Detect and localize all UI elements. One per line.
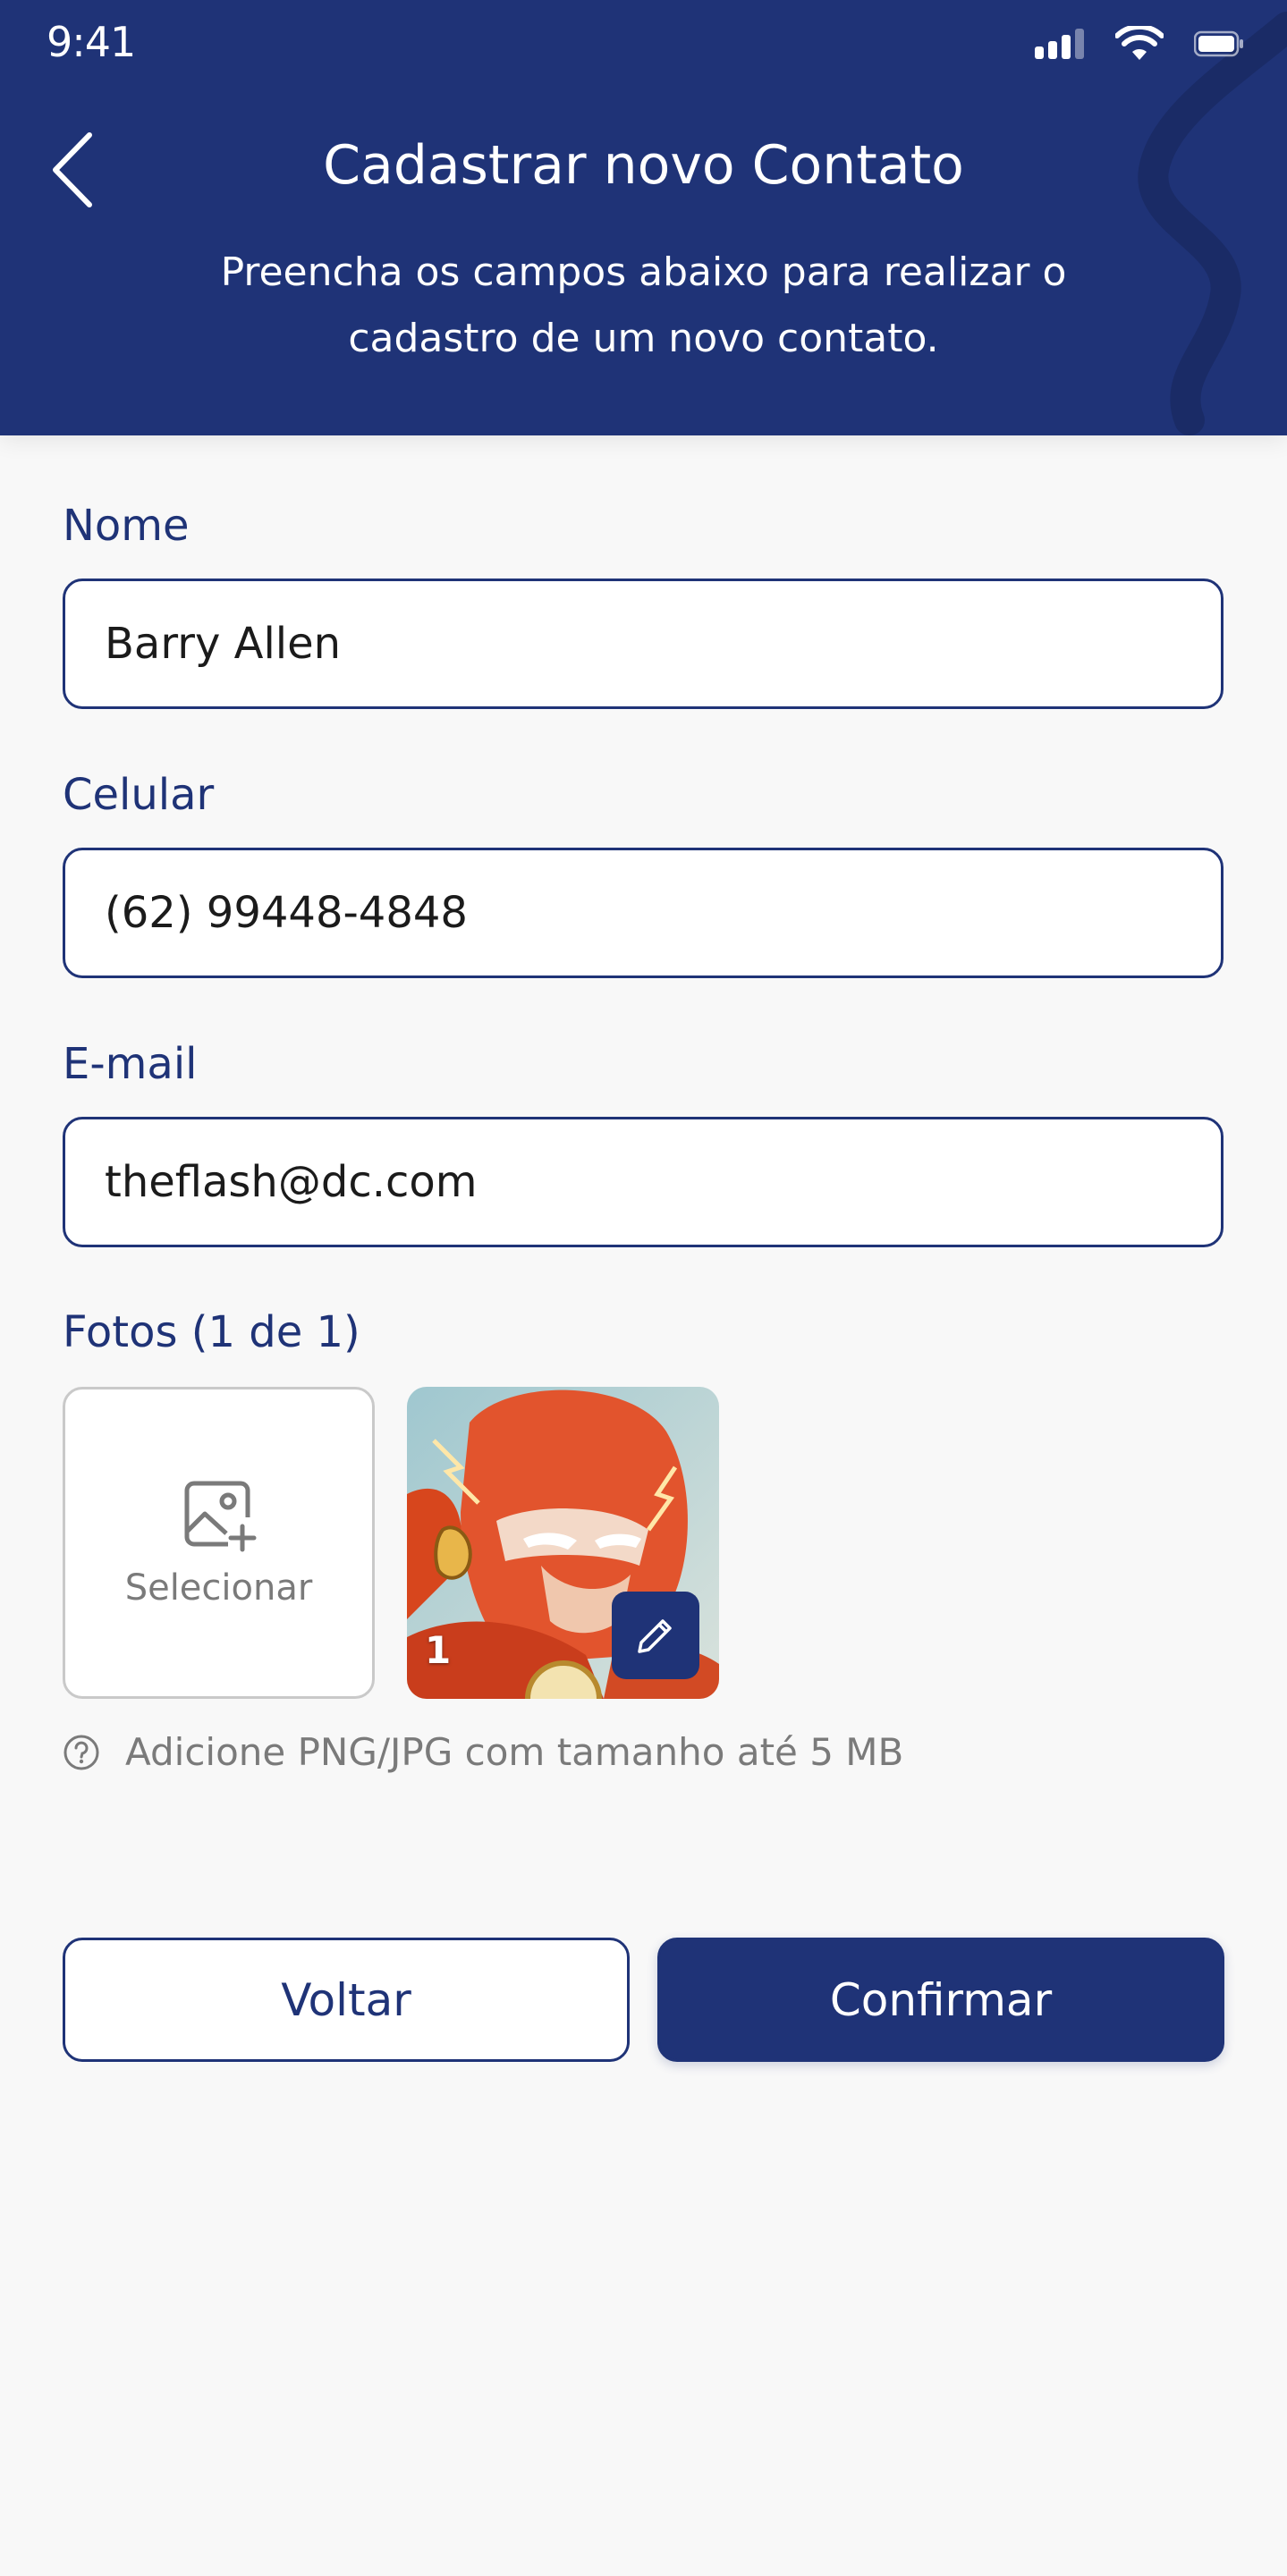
photo-thumbnail[interactable]: 1 [407,1387,719,1699]
signal-icon [1035,29,1084,59]
name-label: Nome [63,501,190,551]
photo-edit-button[interactable] [612,1592,699,1679]
page-title: Cadastrar novo Contato [323,134,964,197]
email-label: E-mail [63,1039,198,1089]
upload-hint-text: Adicione PNG/JPG com tamanho até 5 MB [125,1730,904,1774]
app-header: 9:41 Cadastrar novo Contato Preencha os … [0,0,1287,435]
status-icons [1035,23,1244,64]
wifi-icon [1115,26,1164,60]
phone-label: Celular [63,770,215,820]
confirm-button[interactable]: Confirmar [657,1938,1224,2062]
back-action-button[interactable]: Voltar [63,1938,630,2062]
email-field[interactable] [63,1117,1223,1247]
photo-index: 1 [425,1628,452,1672]
photos-label: Fotos (1 de 1) [63,1307,360,1357]
page-subtitle: Preencha os campos abaixo para realizar … [220,249,1067,361]
phone-field[interactable] [63,848,1223,978]
photo-select-button[interactable]: Selecionar [63,1387,375,1699]
name-field[interactable] [63,579,1223,709]
status-time: 9:41 [47,18,136,66]
help-circle-icon [64,1735,99,1769]
image-add-icon [184,1481,256,1551]
pencil-icon [638,1619,672,1653]
battery-icon [1194,30,1243,57]
photo-select-label: Selecionar [124,1567,313,1609]
upload-hint: Adicione PNG/JPG com tamanho até 5 MB [63,1730,903,1774]
